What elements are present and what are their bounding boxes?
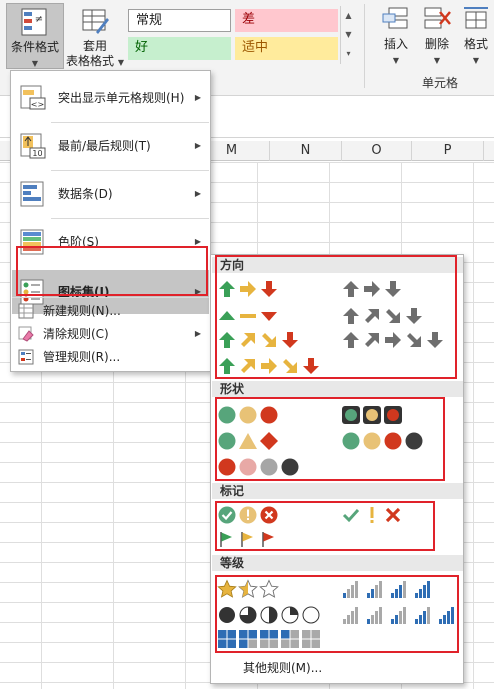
chevron-down-icon: ▼ — [392, 56, 400, 65]
menu-item-label: 新建规则(N)... — [43, 304, 121, 318]
svg-text:≠: ≠ — [35, 14, 43, 25]
format-button[interactable]: 格式 ▼ — [458, 4, 494, 66]
menu-item-data-bars[interactable]: 数据条(D) ▶ — [12, 172, 209, 216]
menu-item-new-rule[interactable]: 新建规则(N)... — [12, 300, 209, 322]
style-bad[interactable]: 差 — [235, 9, 338, 32]
menu-divider — [51, 218, 209, 219]
icon-sets-submenu: 方向 形状 标记 等级 其他规则(M)... — [210, 254, 464, 684]
menu-divider — [51, 122, 209, 123]
column-header[interactable]: O — [342, 141, 412, 161]
cells-group-label: 单元格 — [421, 76, 458, 90]
highlight-box — [215, 397, 445, 481]
submenu-arrow-icon: ▶ — [194, 329, 201, 338]
menu-item-label: 最前/最后规则(T) — [58, 139, 151, 153]
menu-item-label: 清除规则(C) — [43, 327, 109, 341]
gallery-more-icon[interactable]: ▾ — [341, 44, 356, 63]
group-separator — [364, 4, 365, 88]
styles-gallery-scroll[interactable]: ▲ ▼ ▾ — [340, 6, 356, 64]
new-rule-icon — [18, 303, 34, 319]
submenu-arrow-icon: ▶ — [194, 93, 201, 102]
highlight-cells-icon: <> — [20, 85, 46, 110]
menu-item-manage-rules[interactable]: 管理规则(R)... — [12, 346, 209, 368]
clear-rules-icon — [18, 326, 34, 342]
format-as-table-button[interactable]: 套用 表格格式 ▼ — [64, 3, 126, 69]
chevron-down-icon: ▼ — [433, 56, 441, 65]
style-neutral[interactable]: 适中 — [235, 37, 338, 60]
menu-item-highlight-cells[interactable]: <> 突出显示单元格规则(H) ▶ — [12, 76, 209, 120]
menu-item-label: 管理规则(R)... — [43, 350, 121, 364]
scroll-down-icon[interactable]: ▼ — [341, 25, 356, 44]
column-header[interactable]: N — [270, 141, 342, 161]
style-good[interactable]: 好 — [128, 37, 231, 60]
data-bars-icon — [20, 181, 44, 207]
more-rules-link[interactable]: 其他规则(M)... — [243, 659, 322, 676]
submenu-arrow-icon: ▶ — [194, 189, 201, 198]
section-shapes: 形状 — [212, 381, 463, 397]
conditional-formatting-menu: <> 突出显示单元格规则(H) ▶ 10 最前/最后规则(T) ▶ 数据条(D)… — [10, 70, 211, 372]
conditional-formatting-label: 条件格式 — [10, 40, 59, 54]
chevron-down-icon: ▼ — [472, 56, 480, 65]
submenu-arrow-icon: ▶ — [194, 141, 201, 150]
insert-cells-icon — [382, 7, 408, 29]
svg-text:10: 10 — [32, 149, 42, 158]
insert-label: 插入 — [383, 37, 408, 51]
highlight-box — [215, 575, 459, 653]
section-indicators: 标记 — [212, 483, 463, 499]
section-ratings: 等级 — [212, 555, 463, 571]
column-header[interactable]: P — [412, 141, 484, 161]
top-bottom-icon: 10 — [20, 133, 46, 159]
format-cells-icon — [464, 7, 488, 29]
style-normal[interactable]: 常规 — [128, 9, 231, 32]
menu-divider — [12, 297, 209, 298]
table-format-line1: 套用 — [82, 39, 107, 53]
manage-rules-icon — [18, 349, 34, 365]
highlight-box — [16, 246, 208, 296]
chevron-down-icon: ▼ — [31, 59, 39, 68]
menu-item-label: 数据条(D) — [58, 187, 113, 201]
format-as-table-icon — [82, 9, 109, 34]
menu-item-top-bottom[interactable]: 10 最前/最后规则(T) ▶ — [12, 124, 209, 168]
svg-text:<>: <> — [31, 100, 44, 109]
conditional-formatting-button[interactable]: ≠ 条件格式 ▼ — [6, 3, 64, 69]
highlight-box — [215, 501, 435, 551]
scroll-up-icon[interactable]: ▲ — [341, 6, 356, 25]
insert-button[interactable]: 插入 ▼ — [376, 4, 416, 66]
conditional-formatting-icon: ≠ — [21, 8, 47, 36]
highlight-box — [215, 255, 457, 379]
format-label: 格式 — [463, 37, 488, 51]
delete-label: 删除 — [424, 37, 449, 51]
menu-divider — [51, 170, 209, 171]
menu-item-clear-rules[interactable]: 清除规则(C) ▶ — [12, 323, 209, 345]
delete-button[interactable]: 删除 ▼ — [418, 4, 456, 66]
menu-item-label: 突出显示单元格规则(H) — [58, 91, 185, 105]
delete-cells-icon — [424, 7, 451, 29]
table-format-line2: 表格格式 ▼ — [66, 54, 124, 68]
